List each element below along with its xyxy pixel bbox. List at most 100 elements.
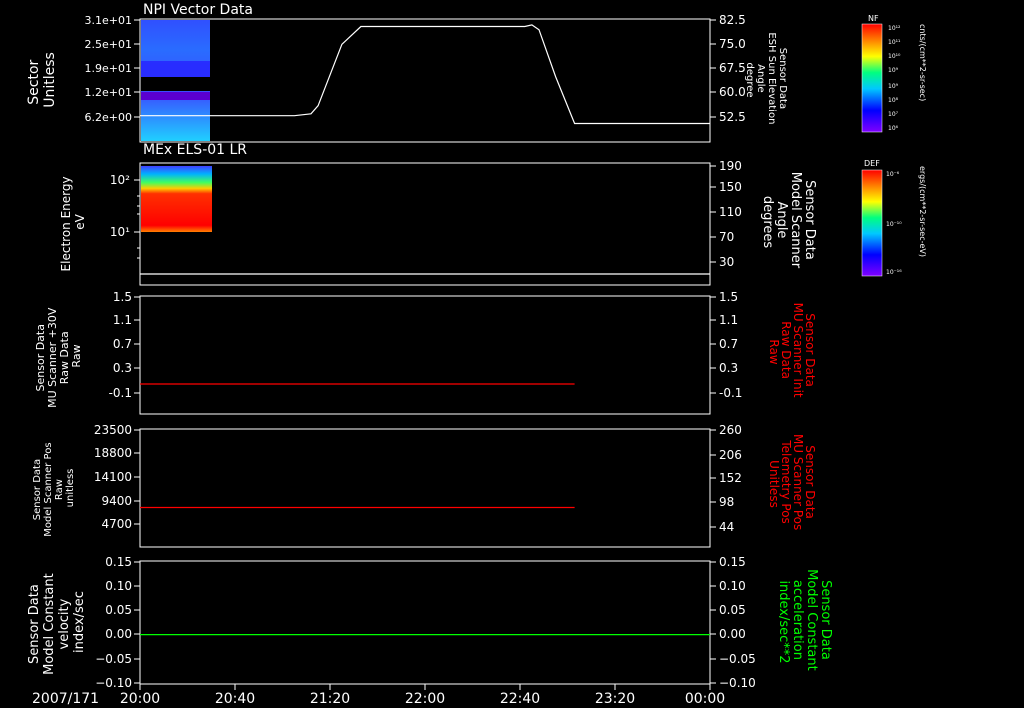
axis-label: Sensor Data MU Scanner Pos Telemetry Pos… [767,434,817,534]
panel-2-spectrogram [141,166,212,232]
panel-3-left-ticks [134,296,140,394]
tick-label: −0.05 [95,652,132,666]
colorbar-tick: 10⁸ [888,97,899,104]
tick-label: 9400 [101,494,132,508]
tick-label: 150 [719,180,742,194]
panel-2-right-ticks [710,165,716,263]
panel-1-series [140,24,710,125]
tick-label: 0.00 [105,627,132,641]
x-tick-label: 20:00 [120,691,160,707]
axis-label: Sensor Data MU Scanner +30V Raw Data Raw [34,304,83,408]
tick-label: 152 [719,471,742,485]
tick-label: 10¹ [110,225,130,239]
tick-label: −0.10 [719,676,756,690]
x-tick-label: 23:20 [595,691,635,707]
tick-label: 3.1e+01 [85,14,132,27]
x-tick-label: 00:00 [685,691,725,707]
colorbar-def-gradient [861,169,883,277]
tick-label: 1.5 [113,290,132,304]
tick-label: 260 [719,423,742,437]
tick-label: 0.10 [105,579,132,593]
tick-label: -0.1 [109,386,132,400]
tick-label: 18800 [94,446,132,460]
tick-label: 0.15 [105,555,132,569]
x-tick-label: 22:40 [500,691,540,707]
tick-label: -0.1 [719,386,742,400]
axis-label: Electron Energy eV [59,173,87,272]
tick-label: 44 [719,520,734,534]
tick-label: 6.2e+00 [85,111,132,124]
tick-label: 75.0 [719,37,746,51]
colorbar-nf-units: cnts/(cm**2-sr-sec) [918,24,927,101]
panel-1-left-ticks [134,19,140,118]
panel-2-title: MEx ELS-01 LR [143,142,247,158]
axis-label: Sector Unitless [26,52,58,108]
time-axis: 2007/171 20:00 20:40 21:20 22:00 22:40 2… [32,684,725,707]
panel-2: MEx ELS-01 LR 10² 10¹ Electron Energy eV… [59,142,817,286]
colorbar-nf-gradient [861,23,883,133]
tick-label: 0.15 [719,555,746,569]
date-label: 2007/171 [32,691,99,707]
colorbar-tick: 10¹² [888,25,901,32]
panel-1-spectrogram-band [141,77,210,91]
tick-label: −0.10 [95,676,132,690]
tick-label: 82.5 [719,13,746,27]
x-tick-label: 22:00 [405,691,445,707]
axis-label: Sensor Data Model Constant acceleration … [776,569,833,675]
panel-2-left-ticks [134,179,140,259]
series-line-panel-1-0 [140,24,710,125]
panel-3-frame [139,295,711,415]
colorbar-tick: 10¹¹ [888,39,901,46]
tick-label: 110 [719,205,742,219]
tick-label: 190 [719,159,742,173]
panel-4-frame [139,428,711,548]
tick-label: 30 [719,255,734,269]
colorbar-def: DEF 10⁻⁶ 10⁻¹⁰ 10⁻¹⁶ ergs/(cm**2-sr-sec-… [861,159,927,277]
colorbar-tick: 10⁷ [888,111,899,118]
panel-3: 1.5 1.1 0.7 0.3 -0.1 Sensor Data MU Scan… [34,290,817,415]
tick-label: 0.10 [719,579,746,593]
panel-4-left-ticks [134,429,140,525]
tick-label: 0.05 [719,603,746,617]
panel-2-frame [139,162,711,286]
tick-label: 1.5 [719,290,738,304]
panel-1-right-ticks [710,19,716,118]
panel-5: 0.15 0.10 0.05 0.00 −0.05 −0.10 Sensor D… [27,555,833,690]
tick-label: 67.5 [719,61,746,75]
axis-label: Sensor Data Model Scanner Pos Raw unitle… [32,439,76,536]
tick-label: 1.1 [719,313,738,327]
tick-label: 23500 [94,423,132,437]
tick-label: 206 [719,448,742,462]
panel-5-right-ticks [710,561,716,684]
panel-4: 23500 18800 14100 9400 4700 Sensor Data … [32,423,817,548]
tick-label: 1.2e+01 [85,86,132,99]
x-tick-label: 20:40 [215,691,255,707]
colorbar-tick: 10⁻¹⁰ [886,221,902,228]
tick-label: 60.0 [719,85,746,99]
colorbar-def-units: ergs/(cm**2-sr-sec-eV) [918,166,927,257]
colorbar-tick: 10⁹ [888,83,899,90]
tick-label: 1.9e+01 [85,62,132,75]
axis-label: Sensor Data ESH Sun Elevation Angle degr… [744,32,788,127]
colorbar-tick: 10⁹ [888,67,899,74]
tick-label: 2.5e+01 [85,38,132,51]
panel-5-left-ticks [134,561,140,684]
axis-label: Sensor Data MU Scanner Init Raw Data Raw [767,303,817,402]
panel-1: NPI Vector Data 3.1e+01 2.5e+01 1.9e+01 … [26,2,788,143]
tick-label: 14100 [94,470,132,484]
tick-label: 0.00 [719,627,746,641]
tick-label: 70 [719,230,734,244]
tick-label: 4700 [101,517,132,531]
tick-label: 0.3 [719,361,738,375]
panel-1-spectrogram-band [141,92,210,100]
panel-1-title: NPI Vector Data [143,2,253,18]
colorbar-tick: 10¹⁰ [888,53,901,60]
colorbar-tick: 10⁻¹⁶ [886,269,902,276]
colorbar-nf-label: NF [868,14,879,23]
plot-canvas: NPI Vector Data 3.1e+01 2.5e+01 1.9e+01 … [26,2,927,707]
axis-label: Sensor Data Model Scanner Angle degrees [760,172,817,273]
tick-label: 0.05 [105,603,132,617]
x-tick-label: 21:20 [310,691,350,707]
axis-label: Sensor Data Model Constant velocity inde… [27,569,87,675]
tick-label: 0.3 [113,361,132,375]
